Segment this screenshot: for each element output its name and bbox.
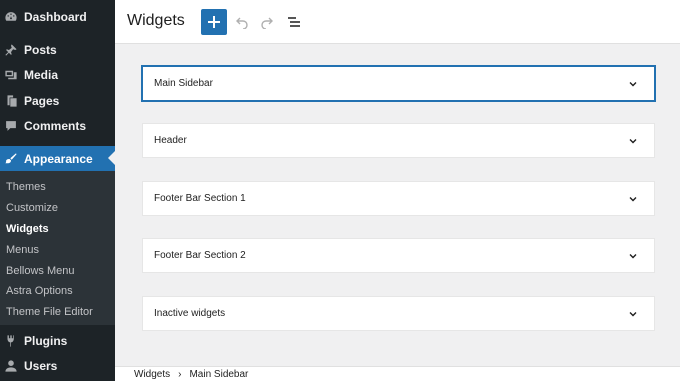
menu-item-media[interactable]: Media	[0, 62, 115, 87]
menu-item-label: Posts	[24, 42, 57, 57]
widget-area-title: Footer Bar Section 2	[154, 250, 246, 261]
paintbrush-icon	[4, 152, 18, 166]
submenu-item-themes[interactable]: Themes	[6, 181, 46, 193]
menu-item-label: Plugins	[24, 333, 68, 348]
widget-area-title: Footer Bar Section 1	[154, 193, 246, 204]
active-indicator	[108, 151, 115, 165]
menu-item-users[interactable]: Users	[0, 353, 115, 378]
widget-area-footer-bar-section-1[interactable]: Footer Bar Section 1	[142, 181, 655, 216]
submenu-item-customize[interactable]: Customize	[6, 202, 58, 214]
breadcrumb: Widgets › Main Sidebar	[115, 366, 680, 381]
user-icon	[4, 359, 18, 373]
pushpin-icon	[4, 43, 18, 57]
editor-header: Widgets	[115, 0, 680, 44]
widget-area-title: Inactive widgets	[154, 308, 226, 319]
submenu-item-widgets[interactable]: Widgets	[6, 223, 49, 235]
chevron-down-icon[interactable]	[626, 134, 640, 148]
list-view-icon	[287, 15, 301, 29]
add-block-button[interactable]	[201, 9, 227, 35]
chevron-down-icon[interactable]	[626, 307, 640, 321]
submenu-item-menus[interactable]: Menus	[6, 244, 39, 256]
admin-sidebar: Dashboard Posts Media Pages Comments App…	[0, 0, 115, 381]
undo-icon	[235, 15, 249, 29]
breadcrumb-current[interactable]: Main Sidebar	[189, 369, 248, 380]
widget-area-main-sidebar[interactable]: Main Sidebar	[142, 66, 655, 101]
plus-icon	[207, 15, 221, 29]
plugin-icon	[4, 334, 18, 348]
breadcrumb-root[interactable]: Widgets	[134, 369, 170, 380]
media-icon	[4, 68, 18, 82]
appearance-submenu: Themes Customize Widgets Menus Bellows M…	[0, 171, 115, 325]
redo-button[interactable]	[258, 13, 276, 31]
dashboard-icon	[4, 10, 18, 24]
chevron-down-icon[interactable]	[626, 249, 640, 263]
menu-item-appearance[interactable]: Appearance	[0, 146, 115, 171]
menu-item-label: Users	[24, 358, 58, 373]
widget-area-header[interactable]: Header	[142, 123, 655, 158]
chevron-down-icon[interactable]	[626, 77, 640, 91]
widget-area-inactive-widgets[interactable]: Inactive widgets	[142, 296, 655, 331]
menu-item-label: Comments	[24, 118, 87, 133]
widget-area-footer-bar-section-2[interactable]: Footer Bar Section 2	[142, 238, 655, 273]
menu-item-label: Appearance	[24, 151, 93, 166]
menu-item-posts[interactable]: Posts	[0, 37, 115, 62]
menu-item-comments[interactable]: Comments	[0, 113, 115, 138]
submenu-item-bellows-menu[interactable]: Bellows Menu	[6, 265, 74, 277]
menu-item-dashboard[interactable]: Dashboard	[0, 4, 115, 29]
chevron-down-icon[interactable]	[626, 192, 640, 206]
widget-area-title: Header	[154, 135, 187, 146]
menu-item-label: Pages	[24, 93, 60, 108]
breadcrumb-separator: ›	[178, 368, 182, 380]
menu-item-pages[interactable]: Pages	[0, 88, 115, 113]
pages-icon	[4, 94, 18, 108]
menu-item-plugins[interactable]: Plugins	[0, 328, 115, 353]
submenu-item-theme-file-editor[interactable]: Theme File Editor	[6, 306, 93, 318]
undo-button[interactable]	[233, 13, 251, 31]
widget-area-title: Main Sidebar	[154, 78, 213, 89]
menu-item-label: Dashboard	[24, 9, 87, 24]
comment-icon	[4, 119, 18, 133]
submenu-item-astra-options[interactable]: Astra Options	[6, 285, 73, 297]
list-view-button[interactable]	[285, 13, 303, 31]
redo-icon	[260, 15, 274, 29]
menu-item-label: Media	[24, 67, 59, 82]
page-title: Widgets	[127, 12, 185, 29]
